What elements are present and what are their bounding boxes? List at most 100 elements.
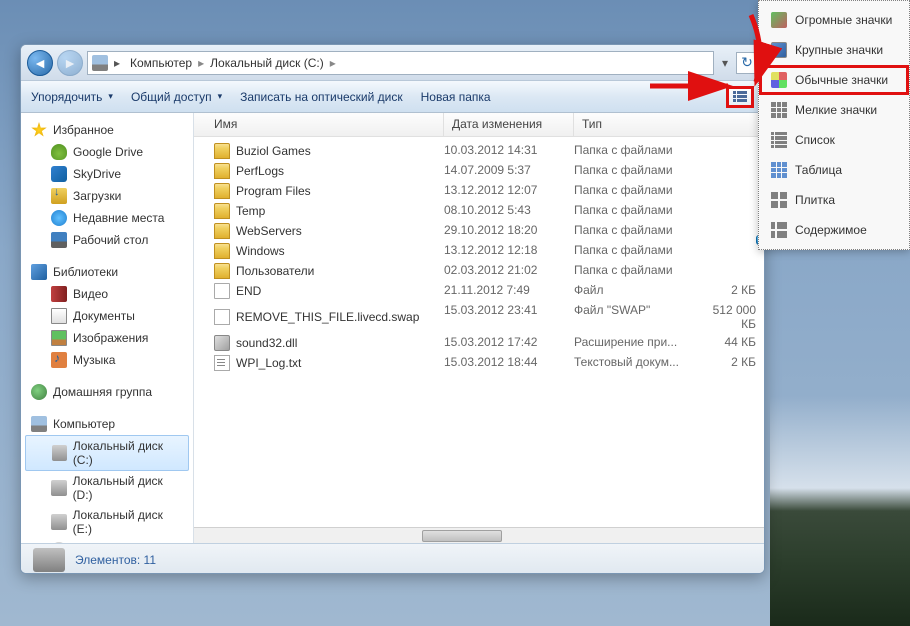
view-extra-large-icons[interactable]: Огромные значки <box>759 5 909 35</box>
swap-icon <box>214 309 230 325</box>
breadcrumb-disk-c[interactable]: Локальный диск (C:) <box>206 56 328 70</box>
desktop-background <box>770 396 910 626</box>
folder-icon <box>214 163 230 179</box>
dll-icon <box>214 335 230 351</box>
view-small-icons[interactable]: Мелкие значки <box>759 95 909 125</box>
file-date: 10.03.2012 14:31 <box>444 143 574 159</box>
folder-icon <box>214 143 230 159</box>
horizontal-scrollbar[interactable] <box>194 527 764 543</box>
sidebar-item-cd-g[interactable]: CD-дисковод (G:) <box>21 539 193 543</box>
change-view-button[interactable] <box>726 86 754 108</box>
sidebar-item-desktop[interactable]: Рабочий стол <box>21 229 193 251</box>
file-row[interactable]: sound32.dll15.03.2012 17:42Расширение пр… <box>194 333 764 353</box>
file-row[interactable]: Program Files 13.12.2012 12:07Папка с фай… <box>194 181 764 201</box>
file-size: 2 КБ <box>704 283 764 299</box>
breadcrumb[interactable]: ▸ Компьютер ▸ Локальный диск (C:) ▸ <box>87 51 714 75</box>
view-large-icons[interactable]: Крупные значки <box>759 35 909 65</box>
burn-button[interactable]: Записать на оптический диск <box>240 90 403 104</box>
file-name: WebServers <box>236 224 302 238</box>
file-row[interactable]: Пользователи02.03.2012 21:02Папка с файл… <box>194 261 764 281</box>
file-row[interactable]: REMOVE_THIS_FILE.livecd.swap15.03.2012 2… <box>194 301 764 333</box>
sidebar-item-gdrive[interactable]: Google Drive <box>21 141 193 163</box>
refresh-button[interactable]: ↻ <box>736 52 758 74</box>
view-content[interactable]: Содержимое <box>759 215 909 245</box>
folder-icon <box>214 203 230 219</box>
sidebar-item-downloads[interactable]: Загрузки <box>21 185 193 207</box>
disk-icon <box>51 480 67 496</box>
file-row[interactable]: Temp08.10.2012 5:43Папка с файлами <box>194 201 764 221</box>
sidebar-computer[interactable]: Компьютер <box>21 413 193 435</box>
column-date[interactable]: Дата изменения <box>444 113 574 136</box>
file-name: Buziol Games <box>236 144 311 158</box>
view-icon <box>733 91 747 103</box>
folder-icon <box>214 263 230 279</box>
view-details[interactable]: Таблица <box>759 155 909 185</box>
recent-icon <box>51 210 67 226</box>
breadcrumb-history[interactable]: ▾ <box>718 56 732 70</box>
file-row[interactable]: END21.11.2012 7:49Файл2 КБ <box>194 281 764 301</box>
disk-icon <box>33 548 65 572</box>
sidebar-item-skydrive[interactable]: SkyDrive <box>21 163 193 185</box>
file-date: 08.10.2012 5:43 <box>444 203 574 219</box>
scrollbar-thumb[interactable] <box>422 530 502 542</box>
back-button[interactable]: ◄ <box>27 50 53 76</box>
file-type: Папка с файлами <box>574 183 704 199</box>
file-date: 15.03.2012 23:41 <box>444 303 574 331</box>
view-medium-icons[interactable]: Обычные значки <box>759 65 909 95</box>
desktop-icon <box>51 232 67 248</box>
toolbar: Упорядочить Общий доступ Записать на опт… <box>21 81 764 113</box>
pictures-icon <box>51 330 67 346</box>
file-date: 15.03.2012 18:44 <box>444 355 574 371</box>
file-row[interactable]: WebServers29.10.2012 18:20Папка с файлам… <box>194 221 764 241</box>
sidebar-libraries[interactable]: Библиотеки <box>21 261 193 283</box>
disk-icon <box>51 514 67 530</box>
file-row[interactable]: WPI_Log.txt15.03.2012 18:44Текстовый док… <box>194 353 764 373</box>
sidebar-item-documents[interactable]: Документы <box>21 305 193 327</box>
xl-icons-icon <box>771 12 787 28</box>
column-type[interactable]: Тип <box>574 113 764 136</box>
file-row[interactable]: Windows13.12.2012 12:18Папка с файлами <box>194 241 764 261</box>
sidebar-item-disk-e[interactable]: Локальный диск (E:) <box>21 505 193 539</box>
sidebar-item-pictures[interactable]: Изображения <box>21 327 193 349</box>
view-list[interactable]: Список <box>759 125 909 155</box>
sidebar-item-disk-c[interactable]: Локальный диск (C:) <box>25 435 189 471</box>
file-type: Расширение при... <box>574 335 704 351</box>
breadcrumb-root-expand[interactable]: ▸ <box>110 56 124 70</box>
sidebar-item-disk-d[interactable]: Локальный диск (D:) <box>21 471 193 505</box>
file-size <box>704 203 764 219</box>
forward-button[interactable]: ► <box>57 50 83 76</box>
computer-icon <box>92 55 108 71</box>
table-icon <box>771 162 787 178</box>
share-button[interactable]: Общий доступ <box>131 90 222 104</box>
file-name: WPI_Log.txt <box>236 356 301 370</box>
txt-icon <box>214 355 230 371</box>
file-row[interactable]: PerfLogs14.07.2009 5:37Папка с файлами <box>194 161 764 181</box>
file-date: 13.12.2012 12:18 <box>444 243 574 259</box>
content-icon <box>771 222 787 238</box>
file-date: 13.12.2012 12:07 <box>444 183 574 199</box>
file-size <box>704 263 764 279</box>
column-headers: Имя Дата изменения Тип <box>194 113 764 137</box>
sidebar-item-recent[interactable]: Недавние места <box>21 207 193 229</box>
file-size <box>704 183 764 199</box>
organize-button[interactable]: Упорядочить <box>31 90 113 104</box>
file-name: Program Files <box>236 184 311 198</box>
sidebar-homegroup[interactable]: Домашняя группа <box>21 381 193 403</box>
sidebar-item-video[interactable]: Видео <box>21 283 193 305</box>
folder-icon <box>214 183 230 199</box>
music-icon <box>51 352 67 368</box>
file-type: Файл "SWAP" <box>574 303 704 331</box>
view-options-menu: Огромные значки Крупные значки Обычные з… <box>758 0 910 250</box>
breadcrumb-computer[interactable]: Компьютер <box>126 56 196 70</box>
file-type: Папка с файлами <box>574 243 704 259</box>
sidebar-item-music[interactable]: Музыка <box>21 349 193 371</box>
file-size: 44 КБ <box>704 335 764 351</box>
file-row[interactable]: Buziol Games10.03.2012 14:31Папка с файл… <box>194 141 764 161</box>
file-name: Temp <box>236 204 265 218</box>
status-bar: Элементов: 11 <box>21 543 764 574</box>
column-name[interactable]: Имя <box>194 113 444 136</box>
file-pane: Имя Дата изменения Тип Buziol Games 10.03… <box>194 113 764 543</box>
view-tiles[interactable]: Плитка <box>759 185 909 215</box>
sidebar-favorites[interactable]: Избранное <box>21 119 193 141</box>
new-folder-button[interactable]: Новая папка <box>421 90 491 104</box>
